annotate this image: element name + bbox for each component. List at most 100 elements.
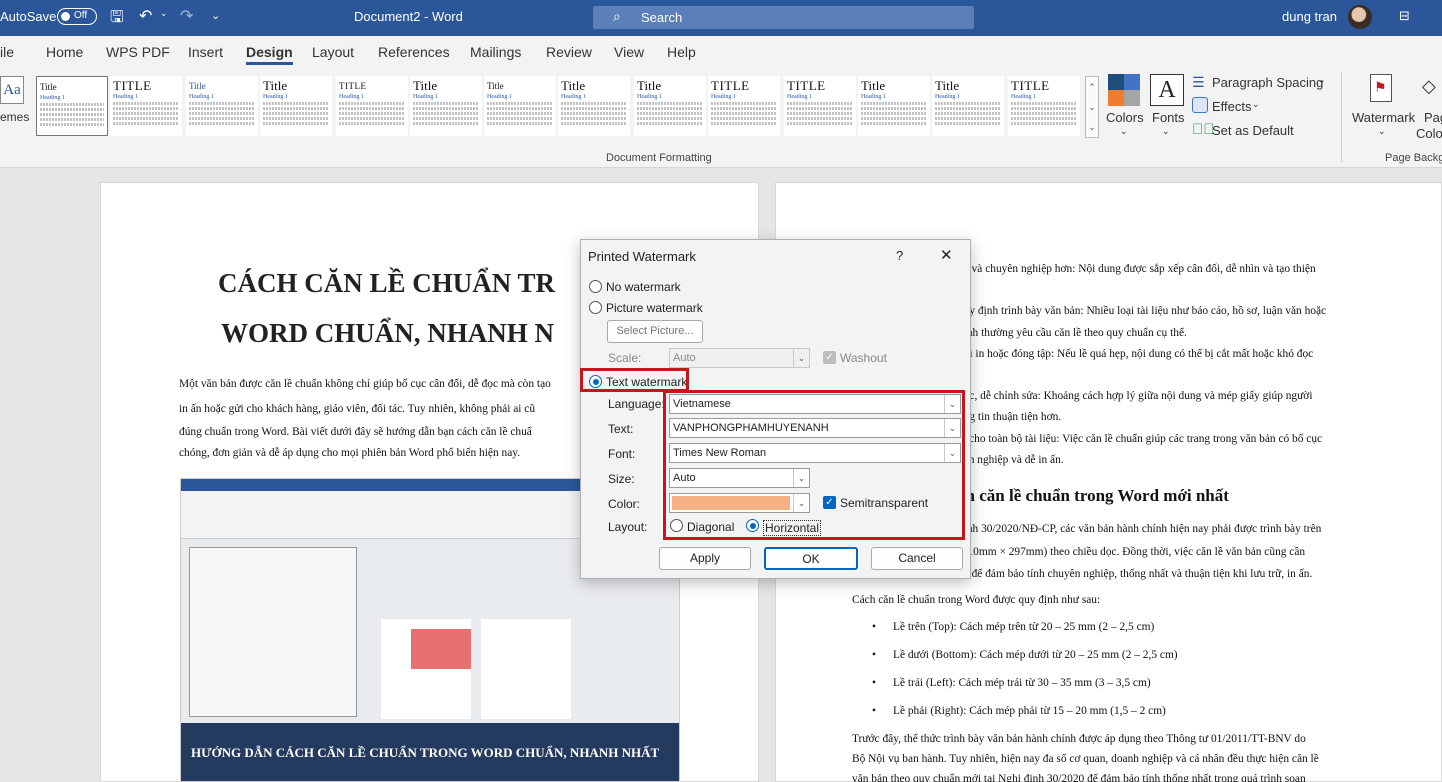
close-button[interactable]: ✕ <box>940 246 953 264</box>
tab-review[interactable]: Review <box>546 44 592 60</box>
ok-button[interactable]: OK <box>764 547 858 570</box>
watermark-dropdown-icon[interactable]: ⌄ <box>1378 126 1386 137</box>
watermark-button[interactable]: Watermark <box>1352 110 1415 125</box>
picture-watermark-radio[interactable] <box>589 301 602 314</box>
style-set-title: TITLE <box>787 78 826 93</box>
style-set-title: Title <box>487 81 504 91</box>
no-watermark-label[interactable]: No watermark <box>606 280 681 294</box>
paragraph-spacing-icon[interactable]: ☰ <box>1192 74 1205 91</box>
save-icon[interactable]: 🖫 <box>110 6 124 33</box>
effects-icon[interactable] <box>1192 97 1208 113</box>
style-set-thumbnail[interactable]: TITLE Heading 1 <box>784 76 856 136</box>
group-document-formatting: Document Formatting <box>606 152 712 164</box>
tab-insert[interactable]: Insert <box>188 44 223 60</box>
image-caption-banner: HƯỚNG DẪN CÁCH CĂN LỀ CHUẨN TRONG WORD C… <box>181 723 679 781</box>
style-set-thumbnail[interactable]: Title Heading 1 <box>36 76 108 136</box>
style-set-title: Title <box>40 82 57 92</box>
style-set-heading: Heading 1 <box>113 94 138 100</box>
paragraph-line: hính thường yêu cầu căn lề theo quy chuẩ… <box>958 326 1187 339</box>
style-set-thumbnail[interactable]: Title Heading 1 <box>932 76 1004 136</box>
tab-view[interactable]: View <box>614 44 644 60</box>
paragraph-line: (210mm × 297mm) theo chiều dọc. Đồng thờ… <box>958 545 1306 558</box>
apply-button[interactable]: Apply <box>659 547 751 570</box>
select-picture-button[interactable]: Select Picture... <box>607 320 703 343</box>
style-set-title: TITLE <box>1011 78 1050 93</box>
style-set-thumbnail[interactable]: Title Heading 1 <box>634 76 706 136</box>
style-set-title: Title <box>637 78 662 93</box>
style-set-title: Title <box>935 78 960 93</box>
image-product-photo <box>411 629 471 669</box>
style-set-title: TITLE <box>339 81 367 91</box>
cancel-button[interactable]: Cancel <box>871 547 963 570</box>
tab-help[interactable]: Help <box>667 44 696 60</box>
undo-icon[interactable]: ↶ <box>139 6 152 26</box>
highlight-text-watermark <box>580 368 689 392</box>
tab-layout[interactable]: Layout <box>312 44 354 60</box>
tab-wps-pdf[interactable]: WPS PDF <box>106 44 170 60</box>
left-paragraph-line: Một văn bản được căn lề chuẩn không chỉ … <box>179 378 551 390</box>
style-set-thumbnail[interactable]: Title Heading 1 <box>484 76 556 136</box>
page-color-label-line1[interactable]: Pag <box>1424 110 1442 125</box>
style-set-title: Title <box>561 78 586 93</box>
set-as-default-button[interactable]: Set as Default <box>1212 123 1294 138</box>
paragraph-line: ông tin thuận tiện hơn. <box>958 411 1062 424</box>
redo-icon[interactable]: ↷ <box>180 6 193 26</box>
ribbon-tabs: ile Home WPS PDF Insert Design Layout Re… <box>0 36 1442 68</box>
colors-icon[interactable] <box>1108 74 1140 106</box>
style-set-thumbnail[interactable]: Title Heading 1 <box>410 76 482 136</box>
fonts-icon[interactable]: A <box>1150 74 1184 106</box>
tab-references[interactable]: References <box>378 44 450 60</box>
user-name[interactable]: dung tran <box>1282 9 1337 24</box>
avatar[interactable] <box>1348 5 1372 29</box>
effects-button[interactable]: Effects <box>1212 99 1252 114</box>
page-color-label-line2[interactable]: Colo <box>1416 126 1442 141</box>
autosave-toggle[interactable]: Off <box>57 8 97 25</box>
paragraph-spacing-button[interactable]: Paragraph Spacing <box>1212 75 1323 90</box>
watermark-icon[interactable]: ⚑ <box>1370 74 1392 102</box>
customize-toolbar-icon[interactable]: ⌄ <box>211 9 220 22</box>
style-set-thumbnail[interactable]: Title Heading 1 <box>858 76 930 136</box>
washout-checkbox[interactable]: ✓ <box>823 351 836 364</box>
no-watermark-radio[interactable] <box>589 280 602 293</box>
style-set-thumbnail[interactable]: TITLE Heading 1 <box>1008 76 1080 136</box>
left-paragraph-line: in ấn hoặc gửi cho khách hàng, giáo viên… <box>179 403 536 415</box>
picture-watermark-label[interactable]: Picture watermark <box>606 301 703 315</box>
fonts-label[interactable]: Fonts <box>1152 110 1185 125</box>
size-label: Size: <box>608 472 635 486</box>
tab-design[interactable]: Design <box>246 44 293 65</box>
colors-dropdown-icon[interactable]: ⌄ <box>1120 126 1128 137</box>
style-set-heading: Heading 1 <box>413 94 438 100</box>
search-box[interactable]: ⌕ Search <box>593 6 974 29</box>
tab-home[interactable]: Home <box>46 44 83 60</box>
ribbon-display-icon[interactable]: ⊟ <box>1399 8 1410 24</box>
colors-label[interactable]: Colors <box>1106 110 1144 125</box>
style-set-thumbnail[interactable]: TITLE Heading 1 <box>110 76 182 136</box>
undo-dropdown-icon[interactable]: ⌄ <box>160 8 168 19</box>
style-set-thumbnail[interactable]: TITLE Heading 1 <box>336 76 408 136</box>
gallery-scroll[interactable]: ⌃ ⌄ ⌄ <box>1085 76 1099 138</box>
page-color-icon[interactable]: ◇ <box>1422 76 1436 97</box>
help-button[interactable]: ? <box>896 248 903 263</box>
style-set-heading: Heading 1 <box>263 94 288 100</box>
style-set-heading: Heading 1 <box>787 94 812 100</box>
paragraph-line: Trước đây, thể thức trình bày văn bản hà… <box>852 733 1306 745</box>
tab-mailings[interactable]: Mailings <box>470 44 521 60</box>
themes-label[interactable]: emes <box>0 110 29 124</box>
paragraph-spacing-dropdown-icon[interactable]: ⌄ <box>1318 75 1326 86</box>
group-divider <box>1341 72 1342 162</box>
style-set-thumbnail[interactable]: Title Heading 1 <box>186 76 258 136</box>
tab-file[interactable]: ile <box>0 44 14 60</box>
themes-icon[interactable]: Aa <box>0 76 24 104</box>
style-set-thumbnail[interactable]: TITLE Heading 1 <box>708 76 780 136</box>
margin-rule-item: Lề phải (Right): Cách mép phải từ 15 – 2… <box>893 705 1166 717</box>
paragraph-line: khi in hoặc đóng tập: Nếu lề quá hẹp, nộ… <box>958 347 1314 360</box>
search-icon: ⌕ <box>613 8 621 24</box>
style-set-thumbnail[interactable]: Title Heading 1 <box>260 76 332 136</box>
group-page-background: Page Backg <box>1385 152 1442 164</box>
chevron-down-icon: ⌄ <box>793 349 809 367</box>
effects-dropdown-icon[interactable]: ⌄ <box>1252 99 1260 110</box>
fonts-dropdown-icon[interactable]: ⌄ <box>1162 126 1170 137</box>
style-set-thumbnail[interactable]: Title Heading 1 <box>558 76 630 136</box>
scale-select[interactable]: Auto ⌄ <box>669 348 810 368</box>
autosave-label: AutoSave <box>0 9 57 24</box>
